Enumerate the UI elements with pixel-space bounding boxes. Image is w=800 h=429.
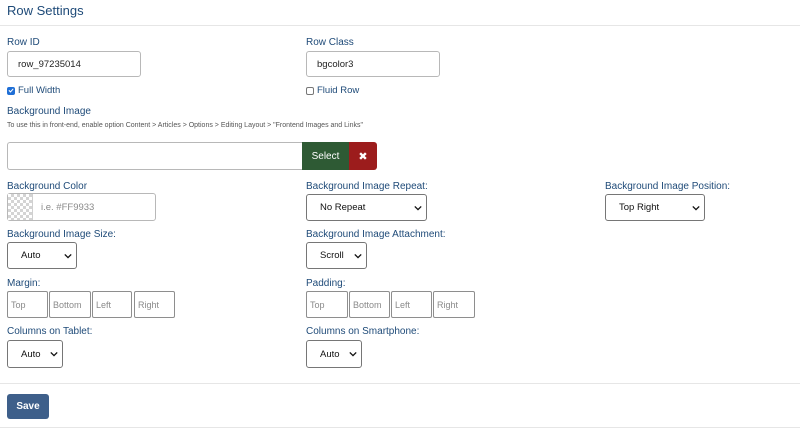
background-image-repeat-value: No Repeat <box>320 202 366 213</box>
background-image-input[interactable] <box>7 142 303 170</box>
row-id-label: Row ID <box>7 37 40 48</box>
background-image-help: To use this in front-end, enable option … <box>7 122 363 129</box>
background-image-attachment-label: Background Image Attachment: <box>306 229 446 240</box>
margin-label: Margin: <box>7 278 41 289</box>
checkbox-unchecked-icon[interactable] <box>306 86 314 95</box>
columns-smartphone-select[interactable]: Auto <box>306 340 362 368</box>
padding-left-placeholder: Left <box>395 299 411 310</box>
padding-bottom-placeholder: Bottom <box>353 299 382 310</box>
row-class-value: bgcolor3 <box>317 58 354 70</box>
padding-left-input[interactable]: Left <box>391 291 432 318</box>
background-color-label: Background Color <box>7 181 88 192</box>
background-image-repeat-label: Background Image Repeat: <box>306 181 428 192</box>
margin-bottom-input[interactable]: Bottom <box>49 291 91 318</box>
background-image-size-value: Auto <box>21 250 41 261</box>
chevron-down-icon <box>414 205 422 211</box>
chevron-down-icon <box>692 205 700 211</box>
background-image-size-label: Background Image Size: <box>7 229 116 240</box>
clear-image-button[interactable]: ✖ <box>349 142 377 170</box>
color-swatch[interactable] <box>8 194 33 220</box>
row-class-input[interactable]: bgcolor3 <box>306 51 440 77</box>
columns-tablet-label: Columns on Tablet: <box>7 326 93 337</box>
margin-left-placeholder: Left <box>96 299 112 310</box>
checkbox-checked-icon[interactable] <box>7 86 15 95</box>
fluid-row-checkbox[interactable]: Fluid Row <box>306 85 359 96</box>
background-image-position-label: Background Image Position: <box>605 181 731 192</box>
chevron-down-icon <box>349 351 357 357</box>
padding-right-input[interactable]: Right <box>433 291 475 318</box>
margin-left-input[interactable]: Left <box>92 291 132 318</box>
background-color-input[interactable]: i.e. #FF9933 <box>7 193 156 221</box>
margin-right-input[interactable]: Right <box>134 291 175 318</box>
full-width-label: Full Width <box>18 85 61 96</box>
background-image-repeat-select[interactable]: No Repeat <box>306 194 427 221</box>
background-image-attachment-value: Scroll <box>320 250 344 261</box>
save-button[interactable]: Save <box>7 394 49 419</box>
margin-top-input[interactable]: Top <box>7 291 48 318</box>
background-image-position-select[interactable]: Top Right <box>605 194 705 221</box>
chevron-down-icon <box>50 351 58 357</box>
select-image-button[interactable]: Select <box>302 142 349 170</box>
row-class-label: Row Class <box>306 37 354 48</box>
background-image-position-value: Top Right <box>619 202 660 213</box>
chevron-down-icon <box>64 253 72 259</box>
footer-divider <box>0 383 800 384</box>
bottom-divider <box>0 427 800 428</box>
columns-tablet-select[interactable]: Auto <box>7 340 63 368</box>
padding-right-placeholder: Right <box>437 299 459 310</box>
margin-right-placeholder: Right <box>138 299 160 310</box>
columns-tablet-value: Auto <box>21 348 41 360</box>
chevron-down-icon <box>354 253 362 259</box>
row-id-input[interactable]: row_97235014 <box>7 51 141 77</box>
page-title: Row Settings <box>7 3 84 18</box>
background-image-label: Background Image <box>7 106 91 117</box>
padding-label: Padding: <box>306 278 346 289</box>
padding-bottom-input[interactable]: Bottom <box>349 291 390 318</box>
background-color-placeholder: i.e. #FF9933 <box>41 201 95 213</box>
margin-top-placeholder: Top <box>11 299 26 310</box>
columns-smartphone-value: Auto <box>320 348 340 360</box>
header-divider <box>0 25 800 26</box>
background-image-size-select[interactable]: Auto <box>7 242 77 269</box>
margin-bottom-placeholder: Bottom <box>53 299 82 310</box>
padding-top-input[interactable]: Top <box>306 291 348 318</box>
close-icon: ✖ <box>358 150 368 163</box>
columns-smartphone-label: Columns on Smartphone: <box>306 326 420 337</box>
row-id-value: row_97235014 <box>18 58 81 70</box>
full-width-checkbox[interactable]: Full Width <box>7 85 60 96</box>
background-image-attachment-select[interactable]: Scroll <box>306 242 367 269</box>
fluid-row-label: Fluid Row <box>317 85 360 96</box>
padding-top-placeholder: Top <box>310 299 325 310</box>
